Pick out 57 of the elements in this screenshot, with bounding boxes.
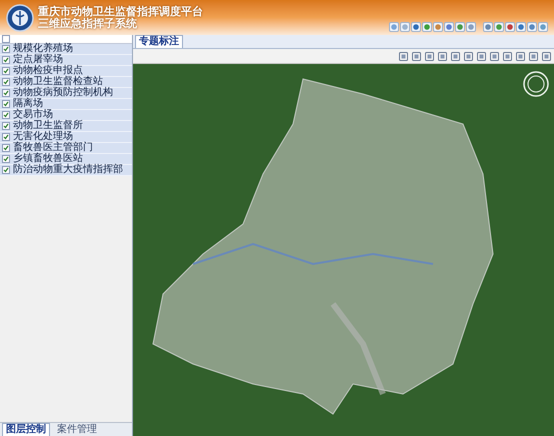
emblem-icon [6,4,34,32]
toolbar-icon[interactable] [389,22,399,32]
layer-row[interactable]: 动物检疫申报点 [0,66,132,77]
layer-label: 无害化处理场 [13,132,73,142]
toolbar-icon[interactable] [411,22,421,32]
checkbox[interactable] [2,166,10,174]
checkbox[interactable] [2,78,10,86]
layer-label: 动物卫生监督所 [13,121,83,131]
layer-row[interactable]: 定点屠宰场 [0,55,132,66]
toolbar-icon[interactable] [455,22,465,32]
checkbox[interactable] [2,111,10,119]
layer-row[interactable]: 交易市场 [0,110,132,121]
toolbar-icon[interactable] [494,22,504,32]
layer-row[interactable]: 规模化养殖场 [0,44,132,55]
layer-row[interactable]: 防治动物重大疫情指挥部 [0,165,132,176]
toolbar-icon[interactable] [422,22,432,32]
checkbox[interactable] [2,122,10,130]
checkbox[interactable] [2,155,10,163]
layer-label: 隔离场 [13,99,43,109]
layer-label: 定点屠宰场 [13,55,63,65]
checkbox[interactable] [2,100,10,108]
checkbox[interactable] [2,56,10,64]
toolbar-icon[interactable] [538,22,548,32]
app-title: 重庆市动物卫生监督指挥调度平台 [38,6,203,18]
checkbox[interactable] [2,133,10,141]
layer-label: 畜牧兽医主管部门 [13,143,93,153]
layer-label: 防治动物重大疫情指挥部 [13,165,123,175]
app-subtitle: 三维应急指挥子系统 [38,18,137,30]
toolbar-icon[interactable] [527,22,537,32]
layer-label: 交易市场 [13,110,53,120]
layer-row[interactable]: 乡镇畜牧兽医站 [0,154,132,165]
toolbar-icon[interactable] [505,22,515,32]
layer-row[interactable]: 动物疫病预防控制机构 [0,88,132,99]
layer-row[interactable]: 隔离场 [0,99,132,110]
compass-icon[interactable] [522,70,550,98]
checkbox[interactable] [2,89,10,97]
layer-label: 动物检疫申报点 [13,66,83,76]
checkbox[interactable] [2,35,10,43]
panel-tab[interactable]: 案件管理 [54,424,100,436]
layer-row[interactable]: 畜牧兽医主管部门 [0,143,132,154]
checkbox[interactable] [2,45,10,53]
panel-tab[interactable]: 图层控制 [2,422,50,436]
map-tab[interactable]: 专题标注 [135,35,183,48]
layer-label: 乡镇畜牧兽医站 [13,154,83,164]
toolbar-icon[interactable] [516,22,526,32]
layer-label: 规模化养殖场 [13,44,73,54]
checkbox[interactable] [2,67,10,75]
toolbar-icon[interactable] [433,22,443,32]
layer-label: 动物卫生监督检查站 [13,77,103,87]
layer-row[interactable]: 无害化处理场 [0,132,132,143]
layer-row[interactable]: 动物卫生监督检查站 [0,77,132,88]
toolbar-icon[interactable] [483,22,493,32]
layer-label: 动物疫病预防控制机构 [13,88,113,98]
toolbar-icon[interactable] [444,22,454,32]
toolbar-icon[interactable] [466,22,476,32]
layer-row[interactable]: 动物卫生监督所 [0,121,132,132]
checkbox[interactable] [2,144,10,152]
